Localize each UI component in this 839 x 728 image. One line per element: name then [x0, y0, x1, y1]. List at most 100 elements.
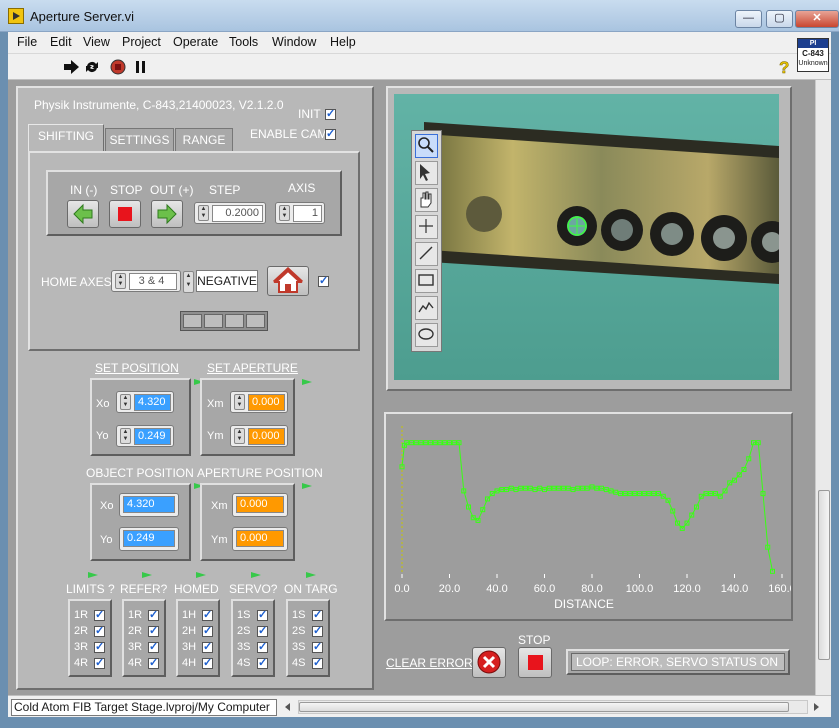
status-item-label: 4H	[182, 657, 197, 669]
camera-tool-button[interactable]	[415, 269, 438, 293]
status-item-checkbox[interactable]	[312, 624, 323, 637]
pause-icon[interactable]	[132, 58, 150, 76]
close-button[interactable]: ✕	[795, 10, 839, 28]
menu-edit[interactable]: Edit	[50, 35, 72, 49]
menu-operate[interactable]: Operate	[173, 35, 218, 49]
status-item-checkbox[interactable]	[257, 608, 268, 621]
run-arrow-icon[interactable]	[62, 58, 80, 76]
home-axes-value[interactable]: 3 & 4	[129, 273, 177, 290]
status-item-checkbox[interactable]	[202, 640, 213, 653]
set-yo-spinner[interactable]: ▲ ▼	[120, 428, 131, 444]
scroll-right-arrow-icon[interactable]	[812, 702, 820, 712]
status-item-checkbox[interactable]	[257, 624, 268, 637]
axis-led-1	[183, 314, 202, 328]
tab-range[interactable]: RANGE	[175, 128, 233, 152]
svg-text:?: ?	[779, 58, 789, 77]
home-direction-value[interactable]: NEGATIVE	[196, 270, 258, 292]
init-checkbox[interactable]	[325, 107, 336, 120]
status-item-checkbox[interactable]	[94, 608, 105, 621]
set-ym-control: ▲ ▼ 0.000	[230, 425, 288, 447]
status-item-checkbox[interactable]	[202, 608, 213, 621]
home-axes-spinner[interactable]: ▲ ▼	[115, 273, 126, 289]
camera-tool-button[interactable]	[415, 242, 438, 266]
axis-value[interactable]: 1	[293, 205, 322, 222]
vertical-scrollbar-thumb[interactable]	[818, 490, 830, 660]
step-value[interactable]: 0.2000	[212, 205, 263, 222]
tab-settings[interactable]: SETTINGS	[105, 128, 174, 152]
clear-errors-button[interactable]	[472, 647, 506, 678]
step-spinner[interactable]: ▲ ▼	[198, 205, 209, 221]
status-item-checkbox[interactable]	[148, 624, 159, 637]
stop-square-icon	[528, 655, 543, 670]
camera-tool-button[interactable]	[415, 323, 438, 347]
obj-yo-indicator: 0.249	[119, 527, 179, 551]
menu-file[interactable]: File	[17, 35, 37, 49]
status-item-checkbox[interactable]	[257, 640, 268, 653]
status-item-checkbox[interactable]	[312, 656, 323, 669]
status-item-checkbox[interactable]	[257, 656, 268, 669]
menu-view[interactable]: View	[83, 35, 110, 49]
tab-shifting[interactable]: SHIFTING	[28, 124, 104, 151]
context-help-icon[interactable]: ?	[776, 57, 794, 77]
set-yo-value[interactable]: 0.249	[134, 428, 171, 445]
home-button[interactable]	[267, 266, 309, 296]
status-item-checkbox[interactable]	[202, 656, 213, 669]
run-continuously-icon[interactable]	[83, 58, 101, 76]
x-axis-label: DISTANCE	[554, 597, 614, 611]
x-tick-label: 120.0	[673, 583, 701, 595]
x-tick-label: 60.0	[534, 583, 555, 595]
move-in-button[interactable]	[67, 200, 99, 228]
status-item-checkbox[interactable]	[148, 640, 159, 653]
camera-tool-button[interactable]	[415, 134, 438, 158]
horizontal-scrollbar[interactable]	[298, 700, 808, 714]
camera-tool-button[interactable]	[415, 296, 438, 320]
menu-project[interactable]: Project	[122, 35, 161, 49]
vertical-scrollbar[interactable]	[815, 80, 831, 695]
status-item-checkbox[interactable]	[202, 624, 213, 637]
window-title: Aperture Server.vi	[30, 9, 135, 24]
status-item-label: 4S	[292, 657, 306, 669]
stop-button[interactable]	[518, 647, 552, 678]
status-item-checkbox[interactable]	[148, 656, 159, 669]
set-xm-spinner[interactable]: ▲ ▼	[234, 394, 245, 410]
home-direction-spinner[interactable]: ▲ ▼	[183, 271, 194, 293]
badge-model: C-843	[802, 49, 824, 58]
menu-window[interactable]: Window	[272, 35, 316, 49]
camera-tool-button[interactable]	[415, 188, 438, 212]
abort-execution-icon[interactable]	[109, 58, 127, 76]
set-xm-value[interactable]: 0.000	[248, 394, 285, 411]
set-ym-value[interactable]: 0.000	[248, 428, 285, 445]
status-item-label: 1S	[292, 609, 306, 621]
step-label: STEP	[209, 183, 241, 197]
set-xo-control: ▲ ▼ 4.320	[116, 391, 174, 413]
enable-cam-checkbox[interactable]	[325, 127, 336, 140]
status-item-checkbox[interactable]	[94, 640, 105, 653]
axis-spinner[interactable]: ▲ ▼	[279, 205, 290, 221]
set-xo-value[interactable]: 4.320	[134, 394, 171, 411]
set-xo-spinner[interactable]: ▲ ▼	[120, 394, 131, 410]
home-enable-checkbox[interactable]	[318, 274, 329, 287]
horizontal-scrollbar-thumb[interactable]	[299, 702, 789, 712]
stop-move-button[interactable]	[109, 200, 141, 228]
menu-tools[interactable]: Tools	[229, 35, 258, 49]
status-group-title: REFER?	[120, 582, 168, 596]
set-ym-spinner[interactable]: ▲ ▼	[234, 428, 245, 444]
scroll-left-arrow-icon[interactable]	[284, 702, 292, 712]
status-item-checkbox[interactable]	[312, 608, 323, 621]
pointer-icon	[420, 164, 430, 181]
status-item-label: 1R	[128, 609, 143, 621]
menu-help[interactable]: Help	[330, 35, 356, 49]
status-item-checkbox[interactable]	[94, 624, 105, 637]
status-item-checkbox[interactable]	[94, 656, 105, 669]
move-out-button[interactable]	[151, 200, 183, 228]
ap-ym-value: 0.000	[236, 530, 284, 547]
obj-yo-label: Yo	[100, 534, 113, 546]
maximize-button[interactable]: ▢	[766, 10, 793, 28]
in-label: IN (-)	[70, 183, 98, 197]
status-item-checkbox[interactable]	[148, 608, 159, 621]
status-item-checkbox[interactable]	[312, 640, 323, 653]
camera-tool-button[interactable]	[415, 215, 438, 239]
x-tick-label: 140.0	[721, 583, 749, 595]
minimize-button[interactable]: —	[735, 10, 762, 28]
camera-tool-button[interactable]	[415, 161, 438, 185]
